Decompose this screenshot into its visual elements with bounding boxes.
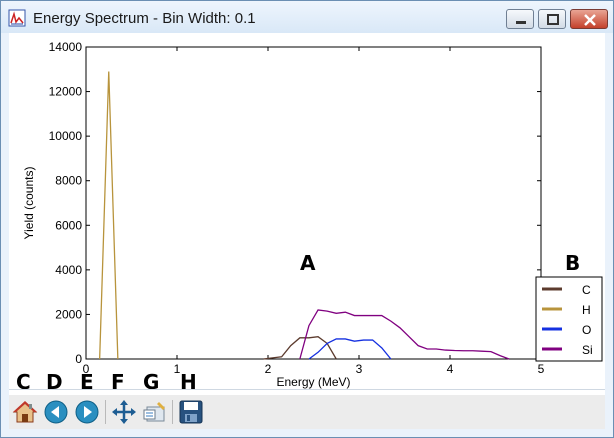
- toolbar-separator: [172, 400, 173, 424]
- save-icon: [179, 400, 203, 424]
- back-arrow-icon: [44, 400, 68, 424]
- x-tick-label: 2: [265, 362, 272, 376]
- annotation-c: C: [16, 370, 31, 394]
- x-tick-label: 4: [447, 362, 454, 376]
- legend-label-c: C: [582, 283, 591, 297]
- y-tick-label: 12000: [49, 85, 83, 99]
- annotation-d: D: [46, 370, 63, 394]
- application-window: Energy Spectrum - Bin Width: 0.1 0123450…: [0, 0, 614, 438]
- toolbar-divider: [9, 389, 605, 390]
- pan-move-icon: [112, 400, 136, 424]
- y-tick-label: 10000: [49, 129, 83, 143]
- plot-frame: [85, 46, 542, 360]
- annotation-f: F: [111, 370, 125, 394]
- home-icon: [12, 401, 38, 423]
- annotation-h: H: [180, 370, 197, 394]
- y-tick-label: 8000: [55, 174, 82, 188]
- close-icon: [584, 14, 596, 26]
- x-tick-label: 5: [538, 362, 545, 376]
- maximize-icon: [547, 14, 559, 25]
- annotation-b: B: [565, 251, 581, 275]
- figure-canvas: 0 1 2 3 4 5 0 2000 4000 6000 8000 10000 12000 14000 En…: [9, 33, 605, 429]
- y-axis-label: Yield (counts): [22, 167, 36, 240]
- toolbar-separator: [105, 400, 106, 424]
- window-title: Energy Spectrum - Bin Width: 0.1: [33, 10, 256, 27]
- legend-label-h: H: [582, 303, 591, 317]
- annotation-e: E: [80, 370, 94, 394]
- zoom-rectangle-icon: [143, 402, 165, 422]
- save-button[interactable]: [178, 399, 204, 425]
- legend-label-o: O: [582, 323, 591, 337]
- title-bar[interactable]: Energy Spectrum - Bin Width: 0.1: [1, 1, 613, 33]
- pan-button[interactable]: [111, 399, 137, 425]
- minimize-button[interactable]: [506, 9, 534, 29]
- back-button[interactable]: [43, 399, 69, 425]
- y-tick-label: 14000: [49, 40, 83, 54]
- chart-app-icon: [8, 9, 26, 27]
- close-button[interactable]: [570, 9, 608, 29]
- legend-label-si: Si: [582, 343, 593, 357]
- x-axis-label: Energy (MeV): [276, 375, 350, 389]
- maximize-button[interactable]: [538, 9, 566, 29]
- zoom-button[interactable]: [141, 399, 167, 425]
- y-tick-label: 2000: [55, 307, 82, 321]
- minimize-icon: [516, 21, 526, 24]
- y-tick-label: 6000: [55, 218, 82, 232]
- energy-spectrum-chart[interactable]: 0 1 2 3 4 502000400060008000100001200014000En…: [9, 33, 605, 389]
- annotation-g: G: [143, 370, 160, 394]
- x-tick-label: 3: [356, 362, 363, 376]
- y-tick-label: 0: [75, 352, 82, 366]
- home-button[interactable]: [12, 399, 38, 425]
- annotation-a: A: [300, 251, 316, 275]
- navigation-toolbar: [9, 395, 605, 429]
- y-tick-label: 4000: [55, 263, 82, 277]
- forward-arrow-icon: [75, 400, 99, 424]
- forward-button[interactable]: [74, 399, 100, 425]
